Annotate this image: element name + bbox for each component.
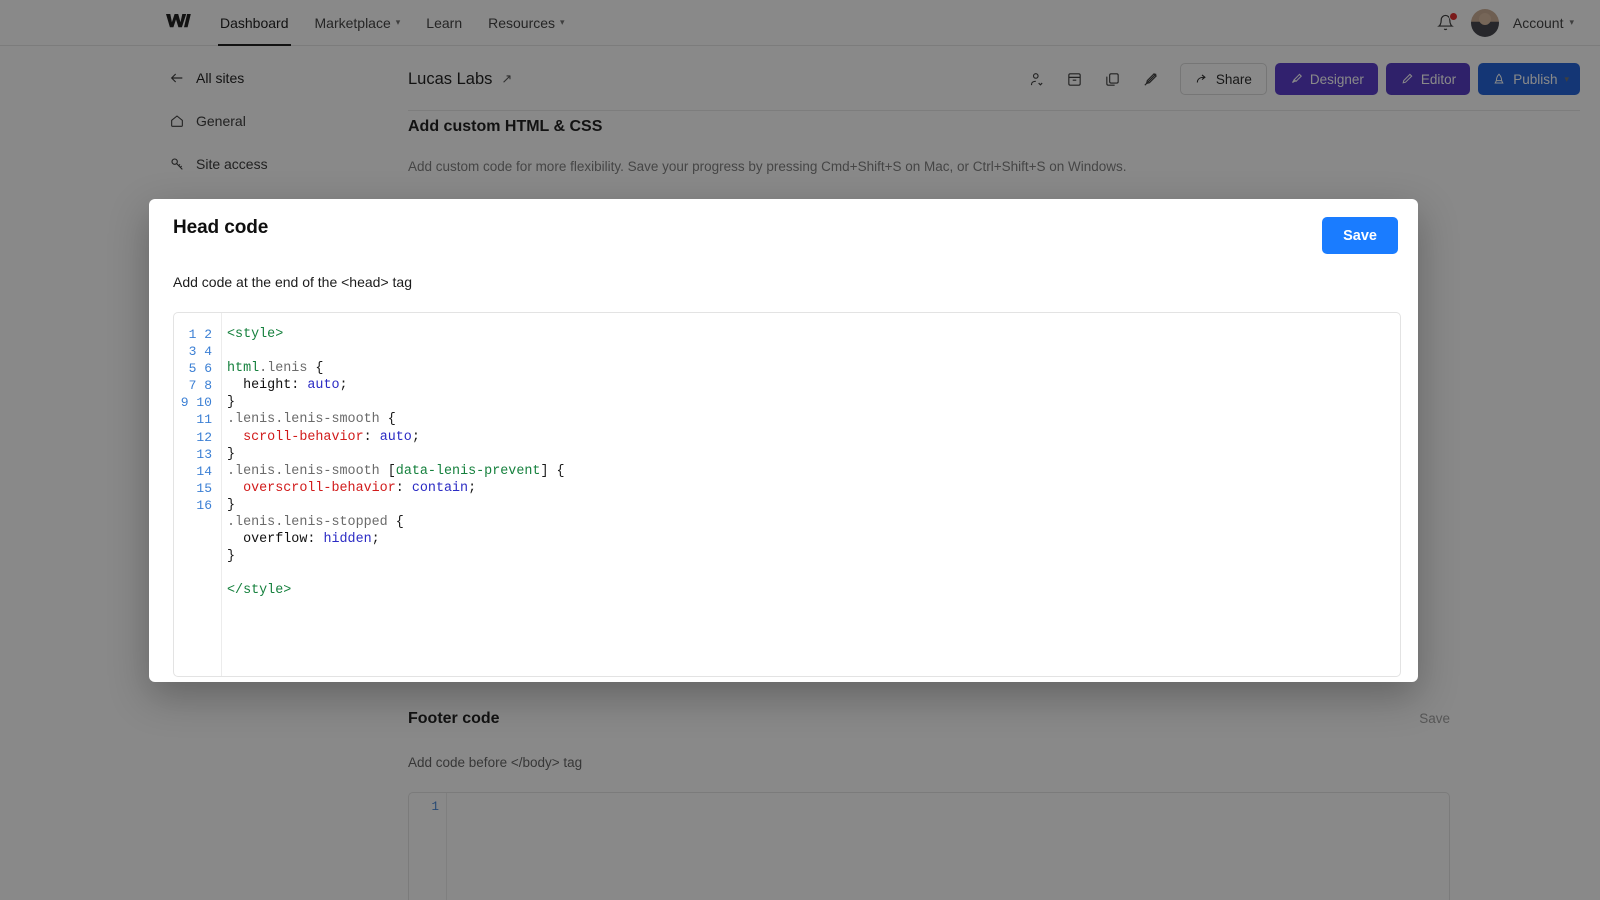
editor-line-numbers: 1 2 3 4 5 6 7 8 9 10 11 12 13 14 15 16 — [174, 313, 222, 676]
modal-subtitle: Add code at the end of the <head> tag — [173, 274, 412, 290]
head-code-modal: Head code Save Add code at the end of th… — [149, 199, 1418, 682]
editor-code-area[interactable]: <style> html.lenis { height: auto; } .le… — [222, 313, 1400, 676]
app-root: Dashboard Marketplace ▾ Learn Resources … — [0, 0, 1600, 900]
modal-title: Head code — [173, 217, 269, 238]
modal-header: Head code Save — [161, 199, 1406, 254]
modal-save-button[interactable]: Save — [1322, 217, 1398, 254]
head-code-editor[interactable]: 1 2 3 4 5 6 7 8 9 10 11 12 13 14 15 16 <… — [173, 312, 1401, 677]
